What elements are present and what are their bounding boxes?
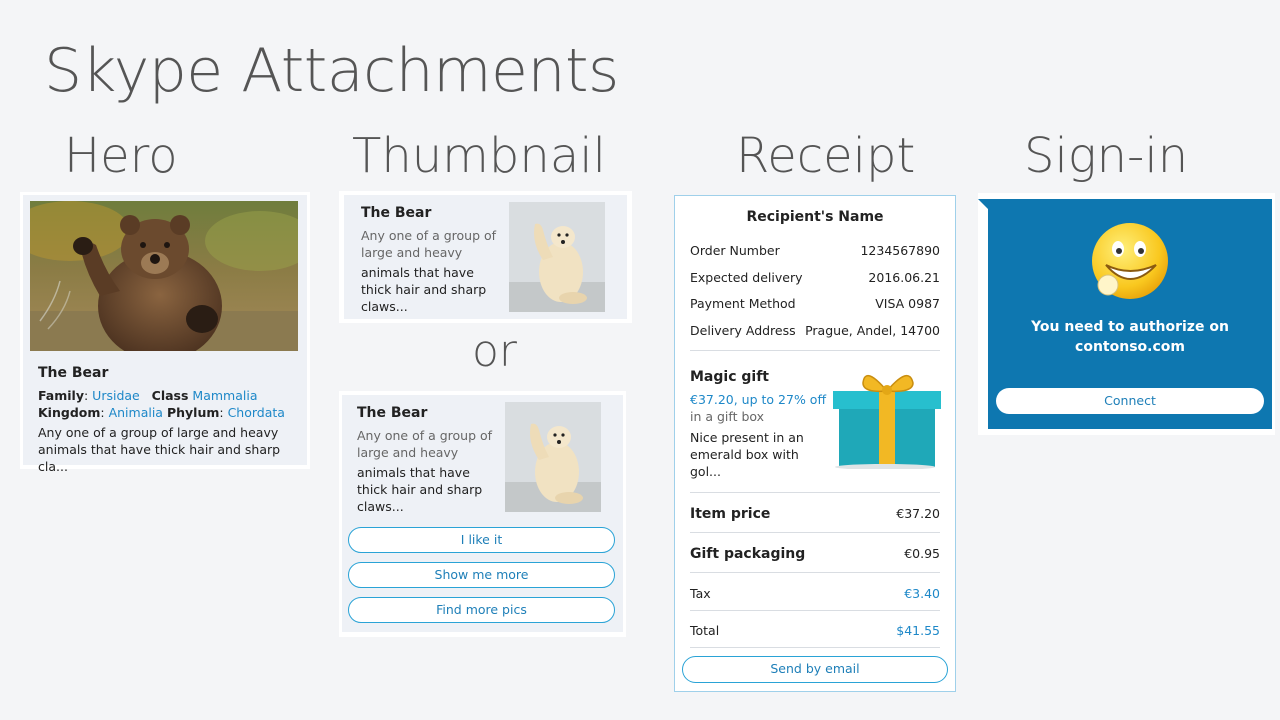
tax-row: Tax €3.40 (690, 586, 940, 606)
item-description: Nice present in an emerald box with gol.… (690, 430, 804, 479)
section-title-hero: Hero (64, 128, 178, 184)
section-title-thumbnail: Thumbnail (352, 128, 606, 184)
receipt-card[interactable]: Recipient's Name Order Number 1234567890… (674, 195, 956, 692)
phylum-label: Phylum (166, 405, 220, 420)
thumbnail-buttons-card-frame: The Bear Any one of a group of large and… (339, 391, 626, 637)
item-title: Magic gift (690, 369, 769, 385)
fact-value: 2016.06.21 (868, 270, 940, 285)
connect-button[interactable]: Connect (996, 388, 1264, 414)
fact-label: Delivery Address (690, 323, 796, 338)
signin-message: You need to authorize on contonso.com (988, 317, 1272, 357)
signin-message-line2: contonso.com (1075, 339, 1185, 355)
item-price-label: Item price (690, 506, 771, 522)
fact-value: 1234567890 (860, 243, 940, 258)
thumbnail-card-frame: The Bear Any one of a group of large and… (339, 191, 632, 323)
family-link[interactable]: Ursidae (92, 388, 140, 403)
signin-message-line1: You need to authorize on (1031, 319, 1229, 335)
hero-card-title: The Bear (38, 365, 109, 381)
hero-bear-image (30, 201, 298, 351)
gift-packaging-row: Gift packaging €0.95 (690, 546, 940, 566)
tax-label: Tax (690, 586, 711, 601)
thumbnail-buttons-card-subtitle: Any one of a group of large and heavy (357, 428, 493, 460)
polar-bear-image (509, 202, 605, 312)
fact-label: Expected delivery (690, 270, 803, 285)
fact-value: VISA 0987 (875, 296, 940, 311)
phylum-link[interactable]: Chordata (228, 405, 285, 420)
receipt-fact-row: Order Number 1234567890 (690, 243, 940, 263)
item-price-row: Item price €37.20 (690, 506, 940, 526)
divider (690, 532, 940, 533)
like-it-button[interactable]: I like it (348, 527, 615, 553)
family-label: Family (38, 388, 84, 403)
divider (690, 350, 940, 351)
hero-card-frame: The Bear Family: Ursidae Class Mammalia … (20, 192, 310, 474)
tax-value: €3.40 (904, 586, 940, 601)
class-label: Class (151, 388, 189, 403)
recipient-name: Recipient's Name (746, 209, 884, 225)
total-row: Total $41.55 (690, 623, 940, 643)
divider (690, 647, 940, 648)
find-more-pics-button[interactable]: Find more pics (348, 597, 615, 623)
fact-value: Prague, Andel, 14700 (805, 323, 940, 338)
receipt-fact-row: Expected delivery 2016.06.21 (690, 270, 940, 290)
fact-label: Order Number (690, 243, 780, 258)
thumbnail-card-subtitle: Any one of a group of large and heavy (361, 228, 497, 260)
section-title-signin: Sign-in (1024, 128, 1189, 184)
divider (690, 492, 940, 493)
hero-card-description: Any one of a group of large and heavy an… (38, 425, 281, 474)
polar-bear-image (505, 402, 601, 512)
class-link[interactable]: Mammalia (192, 388, 257, 403)
hero-card-facts: Family: Ursidae Class Mammalia Kingdom: … (38, 388, 285, 420)
signin-card[interactable]: You need to authorize on contonso.com Co… (988, 199, 1272, 429)
thumbnail-buttons-card-text: animals that have thick hair and sharp c… (357, 465, 483, 514)
thumbnail-card-title: The Bear (361, 205, 432, 221)
gift-packaging-value: €0.95 (904, 546, 940, 561)
total-label: Total (690, 623, 720, 638)
gift-box-image (829, 369, 941, 470)
smiley-emoticon-icon (1088, 221, 1172, 305)
divider (690, 572, 940, 573)
item-price-value: €37.20 (896, 506, 940, 521)
item-subtitle: in a gift box (690, 409, 765, 424)
total-value: $41.55 (896, 623, 940, 638)
receipt-fact-row: Delivery Address Prague, Andel, 14700 (690, 323, 940, 343)
show-me-more-button[interactable]: Show me more (348, 562, 615, 588)
section-title-receipt: Receipt (736, 128, 916, 184)
thumbnail-card-text: animals that have thick hair and sharp c… (361, 265, 487, 314)
or-separator: or (472, 326, 518, 377)
fact-label: Payment Method (690, 296, 796, 311)
receipt-fact-row: Payment Method VISA 0987 (690, 296, 940, 316)
send-by-email-button[interactable]: Send by email (682, 656, 948, 683)
gift-packaging-label: Gift packaging (690, 546, 806, 562)
signin-card-frame: You need to authorize on contonso.com Co… (978, 193, 1275, 435)
signin-bubble-tail (978, 199, 988, 209)
item-price-offer: €37.20, up to 27% off (690, 392, 827, 407)
page-title: Skype Attachments (44, 36, 619, 106)
divider (690, 610, 940, 611)
kingdom-link[interactable]: Animalia (109, 405, 163, 420)
thumbnail-buttons-card-title: The Bear (357, 405, 428, 421)
kingdom-label: Kingdom (38, 405, 101, 420)
